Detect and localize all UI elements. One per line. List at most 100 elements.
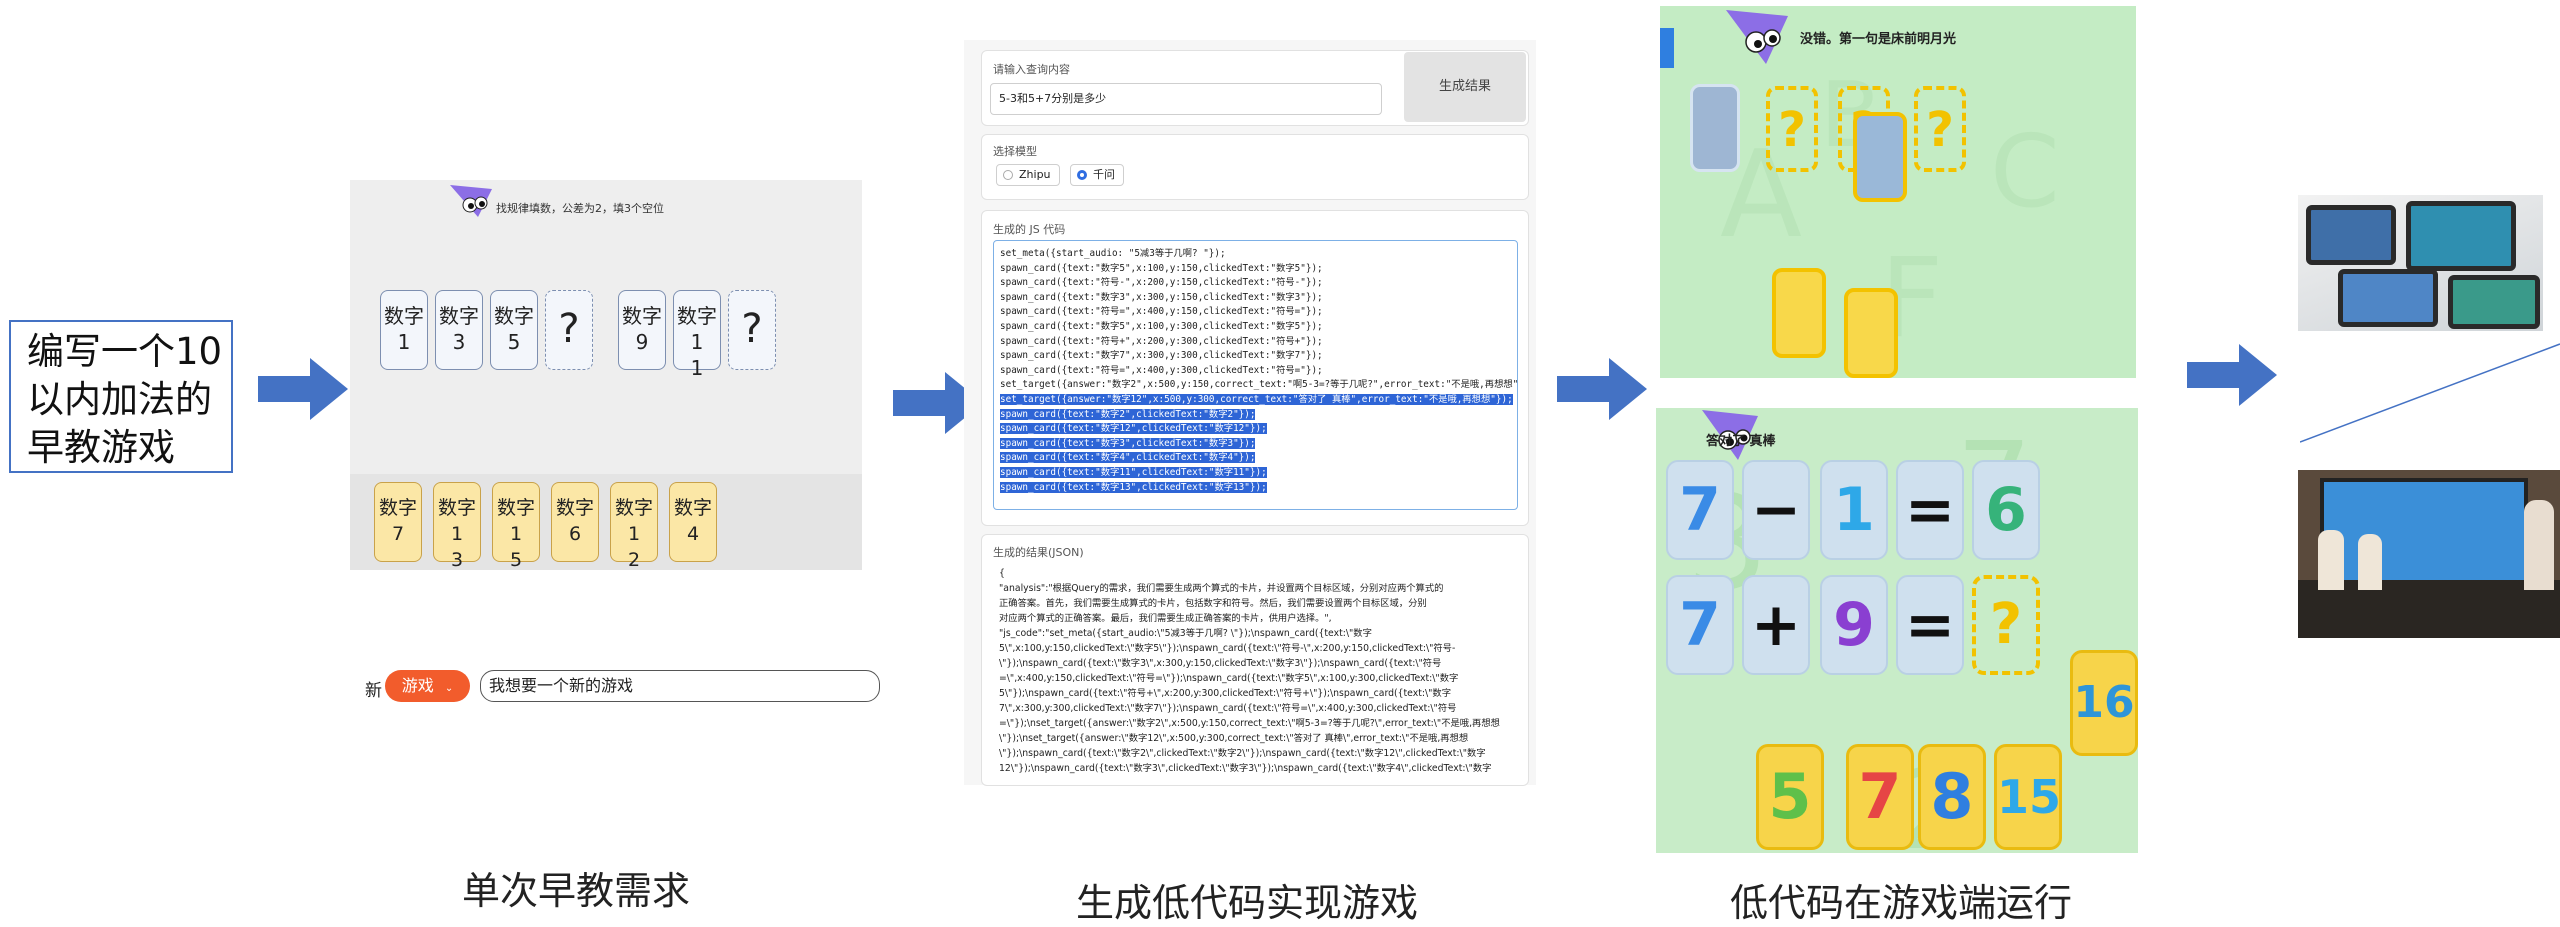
- student-figure: [2318, 530, 2344, 590]
- code-line: set_target({answer:"数字2",x:500,y:150,cor…: [1000, 379, 1518, 391]
- code-line-selected: spawn_card({text:"数字11",clickedText:"数字1…: [1000, 466, 1267, 478]
- svg-text:C: C: [1990, 113, 2060, 230]
- answer-tile[interactable]: 7: [1846, 744, 1914, 850]
- model-option-qianwen[interactable]: 千问: [1070, 164, 1124, 186]
- answer-tile[interactable]: 15: [1994, 744, 2062, 850]
- sequence-card: 数字 3: [435, 290, 483, 370]
- poem-choice-card[interactable]: [1844, 288, 1898, 378]
- tablet-image: [2306, 205, 2396, 265]
- code-line: spawn_card({text:"数字5",x:100,y:300,click…: [1000, 320, 1323, 332]
- model-option-zhipu[interactable]: Zhipu: [996, 164, 1060, 186]
- card-line: 6: [568, 523, 582, 545]
- equation-tile: 6: [1972, 460, 2040, 560]
- game-hint: 找规律填数，公差为2，填3个空位: [496, 202, 664, 215]
- card-line: 数字: [384, 304, 424, 328]
- flow-arrow-1: [258, 358, 348, 420]
- code-line: spawn_card({text:"数字7",x:300,y:300,click…: [1000, 350, 1323, 362]
- code-line: spawn_card({text:"符号=",x:400,y:150,click…: [1000, 306, 1323, 318]
- tablets-photo: [2298, 195, 2543, 331]
- card-line: 数字: [622, 304, 662, 328]
- card-line: 4: [686, 523, 700, 545]
- answer-tile[interactable]: 8: [1918, 744, 1986, 850]
- equation-tile: 7: [1666, 575, 1734, 675]
- choice-card[interactable]: 数字1 2: [610, 482, 658, 571]
- result-line: \"});\nspawn_card({text:\"数字2\",clickedT…: [999, 748, 1486, 759]
- card-line: 3: [452, 330, 466, 354]
- result-line: {: [999, 568, 1005, 579]
- equation-tile: 1: [1820, 460, 1888, 560]
- result-line: \"});\nspawn_card({text:\"数字3\",x:300,y:…: [999, 658, 1442, 669]
- code-line-selected: spawn_card({text:"数字2",clickedText:"数字2"…: [1000, 408, 1256, 420]
- choice-card[interactable]: 数字 7: [374, 482, 422, 562]
- teacher-figure: [2524, 500, 2554, 590]
- card-line: 数字: [439, 304, 479, 328]
- empty-slot: ?: [545, 290, 593, 370]
- choice-card[interactable]: 数字 4: [669, 482, 717, 562]
- code-line-selected: set_target({answer:"数字12",x:500,y:300,co…: [1000, 393, 1513, 405]
- classroom-photo: [2298, 470, 2560, 638]
- game-mode-pill[interactable]: 游戏 ⌄: [385, 670, 470, 702]
- card-line: 2: [627, 549, 641, 571]
- card-line: 数字: [673, 497, 712, 519]
- flow-arrow-4: [2187, 344, 2277, 406]
- poem-card[interactable]: [1690, 84, 1740, 172]
- query-input[interactable]: 5-3和5+7分别是多少: [990, 83, 1382, 115]
- new-label: 新: [365, 681, 382, 701]
- answer-tile[interactable]: 5: [1756, 744, 1824, 850]
- math-hint: 答对了 真棒: [1706, 434, 1776, 449]
- tablet-image: [2448, 275, 2540, 329]
- result-json-view: {"analysis":"根据Query的需求，我们需要生成两个算式的卡片，并设…: [993, 562, 1518, 784]
- poem-card-dragging[interactable]: [1853, 112, 1907, 202]
- radio-selected-icon: [1077, 170, 1087, 180]
- choice-card[interactable]: 数字 6: [551, 482, 599, 562]
- equation-tile: =: [1896, 575, 1964, 675]
- tablet-image: [2338, 269, 2438, 327]
- empty-slot: ?: [728, 290, 776, 370]
- model-label: 选择模型: [993, 145, 1037, 158]
- answer-card-tray: [350, 474, 862, 570]
- result-line: 12\"});\nspawn_card({text:\"数字3\",clicke…: [999, 763, 1492, 774]
- card-line: ?: [741, 306, 763, 352]
- poem-hint: 没错。第一句是床前明月光: [1800, 32, 1957, 47]
- card-line: 数字1: [437, 497, 476, 545]
- poem-choice-card[interactable]: [1772, 268, 1826, 358]
- choice-card[interactable]: 数字1 3: [433, 482, 481, 571]
- query-label: 请输入查询内容: [993, 63, 1070, 76]
- result-line: \"});\nset_target({answer:\"数字12\",x:500…: [999, 733, 1469, 744]
- request-text: 编写一个10以内加法的早教游戏: [27, 330, 223, 469]
- card-line: 1: [690, 356, 704, 380]
- sequence-card: 数字 1: [380, 290, 428, 370]
- code-line-selected: spawn_card({text:"数字12",clickedText:"数字1…: [1000, 423, 1267, 435]
- sequence-card: 数字 5: [490, 290, 538, 370]
- equation-tile: +: [1742, 575, 1810, 675]
- choice-card[interactable]: 数字1 5: [492, 482, 540, 571]
- generate-button[interactable]: 生成结果: [1404, 52, 1526, 122]
- game-mode-label: 游戏: [401, 676, 434, 695]
- model-option-label: Zhipu: [1019, 168, 1051, 181]
- radio-icon: [1003, 170, 1013, 180]
- chat-input[interactable]: 我想要一个新的游戏: [480, 670, 880, 702]
- code-line-selected: spawn_card({text:"数字4",clickedText:"数字4"…: [1000, 452, 1256, 464]
- sequence-card: 数字1 1: [673, 290, 721, 380]
- card-line: 5: [509, 549, 523, 571]
- equation-tile: =: [1896, 460, 1964, 560]
- code-line-selected: spawn_card({text:"数字13",clickedText:"数字1…: [1000, 481, 1267, 493]
- chevron-down-icon: ⌄: [444, 683, 454, 694]
- card-line: ?: [558, 306, 580, 352]
- model-option-label: 千问: [1093, 168, 1115, 181]
- code-editor[interactable]: set_meta({start_audio: "5减3等于几啊? "}); spa…: [993, 240, 1518, 510]
- card-line: 3: [450, 549, 464, 571]
- dragging-answer-tile[interactable]: 16: [2070, 650, 2138, 756]
- code-line: spawn_card({text:"符号+",x:200,y:300,click…: [1000, 335, 1323, 347]
- result-line: "js_code":"set_meta({start_audio:\"5减3等于…: [999, 628, 1372, 639]
- mascot-icon: [1726, 10, 1788, 64]
- flow-arrow-3: [1557, 358, 1647, 420]
- result-line: 5\",x:100,y:150,clickedText:\"数字5\"});\n…: [999, 643, 1456, 654]
- card-line: 数字: [378, 497, 417, 519]
- result-line: 7\",x:300,y:300,clickedText:\"数字7\"});\n…: [999, 703, 1457, 714]
- card-line: 数字1: [496, 497, 535, 545]
- side-tab[interactable]: [1660, 28, 1674, 68]
- connector-line: [2300, 343, 2560, 443]
- card-line: 1: [397, 330, 411, 354]
- card-line: 数字1: [677, 304, 717, 354]
